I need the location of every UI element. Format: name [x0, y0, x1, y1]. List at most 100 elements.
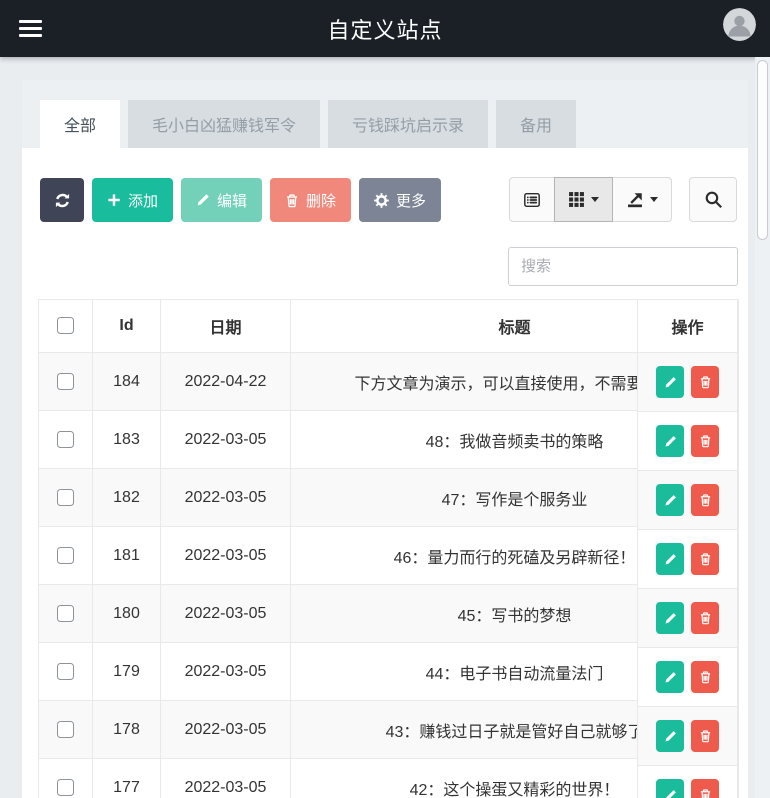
pencil-icon [665, 671, 676, 682]
row-edit-button[interactable] [656, 543, 684, 575]
export-icon [628, 192, 642, 207]
pencil-icon [197, 194, 209, 206]
row-checkbox[interactable] [57, 720, 74, 738]
row-checkbox[interactable] [57, 604, 74, 622]
tab-all[interactable]: 全部 [40, 100, 121, 148]
add-button[interactable]: 添加 [92, 178, 174, 222]
row-edit-button[interactable] [656, 602, 684, 634]
plus-icon [108, 194, 120, 206]
trash-icon [287, 193, 298, 207]
detail-view-icon [524, 192, 540, 207]
row-edit-button[interactable] [656, 484, 684, 516]
row-operations [637, 707, 738, 766]
pencil-icon [665, 553, 676, 564]
tab-backup[interactable]: 备用 [496, 100, 577, 148]
table-row: 179 2022-03-05 44：电子书自动流量法门 [38, 642, 739, 701]
table-body: 184 2022-04-22 下方文章为演示，可以直接使用，不需要点击 183 … [38, 352, 739, 798]
columns-icon [569, 192, 584, 207]
row-edit-button[interactable] [656, 425, 684, 457]
row-edit-button[interactable] [656, 720, 684, 752]
row-date: 2022-04-22 [160, 352, 291, 411]
tab-category-2[interactable]: 亏钱踩坑启示录 [328, 100, 489, 148]
row-delete-button[interactable] [691, 661, 719, 693]
search-toggle-button[interactable] [689, 177, 737, 222]
row-operations [637, 353, 738, 412]
row-checkbox[interactable] [57, 546, 74, 564]
page: 自定义站点 全部 毛小白凶猛赚钱军令 亏钱踩坑启示录 备用 添加 编辑 删除 更… [0, 0, 770, 798]
header-checkbox-cell [38, 299, 93, 353]
row-date: 2022-03-05 [160, 468, 291, 527]
refresh-button[interactable] [40, 178, 84, 222]
row-edit-button[interactable] [656, 366, 684, 398]
columns-button[interactable] [554, 177, 613, 222]
table-row: 181 2022-03-05 46：量力而行的死磕及另辟新径！ [38, 526, 739, 585]
row-delete-button[interactable] [691, 602, 719, 634]
trash-icon [700, 553, 710, 566]
row-delete-button[interactable] [691, 720, 719, 752]
row-checkbox-cell [38, 526, 93, 585]
trash-icon [700, 730, 710, 743]
more-button[interactable]: 更多 [359, 178, 442, 222]
export-button[interactable] [612, 177, 672, 222]
pencil-icon [665, 730, 676, 741]
row-date: 2022-03-05 [160, 642, 291, 701]
row-id: 178 [92, 700, 161, 759]
table-row: 177 2022-03-05 42：这个操蛋又精彩的世界！ [38, 758, 739, 798]
row-id: 181 [92, 526, 161, 585]
row-date: 2022-03-05 [160, 410, 291, 469]
delete-button[interactable]: 删除 [270, 178, 352, 222]
row-edit-button[interactable] [656, 779, 684, 798]
row-id: 179 [92, 642, 161, 701]
edit-button[interactable]: 编辑 [181, 178, 263, 222]
row-date: 2022-03-05 [160, 700, 291, 759]
chevron-down-icon [591, 197, 599, 202]
row-checkbox-cell [38, 468, 93, 527]
row-delete-button[interactable] [691, 366, 719, 398]
row-date: 2022-03-05 [160, 758, 291, 798]
row-checkbox[interactable] [57, 778, 74, 796]
operations-column: 操作 [637, 299, 738, 798]
scrollbar-thumb[interactable] [757, 60, 768, 240]
tab-category-1[interactable]: 毛小白凶猛赚钱军令 [128, 100, 321, 148]
row-operations [637, 648, 738, 707]
row-checkbox[interactable] [57, 488, 74, 506]
header-date: 日期 [160, 299, 291, 353]
user-avatar[interactable] [723, 8, 756, 41]
row-checkbox-cell [38, 758, 93, 798]
row-checkbox[interactable] [57, 372, 74, 390]
pencil-icon [665, 494, 676, 505]
row-delete-button[interactable] [691, 779, 719, 798]
user-icon [723, 8, 756, 41]
row-checkbox[interactable] [57, 430, 74, 448]
trash-icon [700, 612, 710, 625]
table-row: 180 2022-03-05 45：写书的梦想 [38, 584, 739, 643]
search-input[interactable] [508, 247, 738, 286]
row-delete-button[interactable] [691, 543, 719, 575]
row-id: 184 [92, 352, 161, 411]
pencil-icon [665, 376, 676, 387]
view-button-group [509, 177, 672, 222]
pencil-icon [665, 789, 676, 798]
row-checkbox[interactable] [57, 662, 74, 680]
row-checkbox-cell [38, 410, 93, 469]
trash-icon [700, 789, 710, 798]
search-icon [705, 191, 722, 208]
table-row: 182 2022-03-05 47：写作是个服务业 [38, 468, 739, 527]
chevron-down-icon [650, 197, 658, 202]
row-delete-button[interactable] [691, 425, 719, 457]
row-operations [637, 766, 738, 798]
row-edit-button[interactable] [656, 661, 684, 693]
pencil-icon [665, 612, 676, 623]
trash-icon [700, 435, 710, 448]
category-tabs: 全部 毛小白凶猛赚钱军令 亏钱踩坑启示录 备用 [40, 100, 577, 148]
select-all-checkbox[interactable] [57, 317, 74, 335]
detail-view-button[interactable] [509, 177, 555, 222]
row-date: 2022-03-05 [160, 584, 291, 643]
pencil-icon [665, 435, 676, 446]
refresh-icon [55, 193, 69, 207]
row-checkbox-cell [38, 700, 93, 759]
operations-body [637, 353, 738, 798]
row-date: 2022-03-05 [160, 526, 291, 585]
add-button-label: 添加 [128, 192, 159, 210]
row-delete-button[interactable] [691, 484, 719, 516]
